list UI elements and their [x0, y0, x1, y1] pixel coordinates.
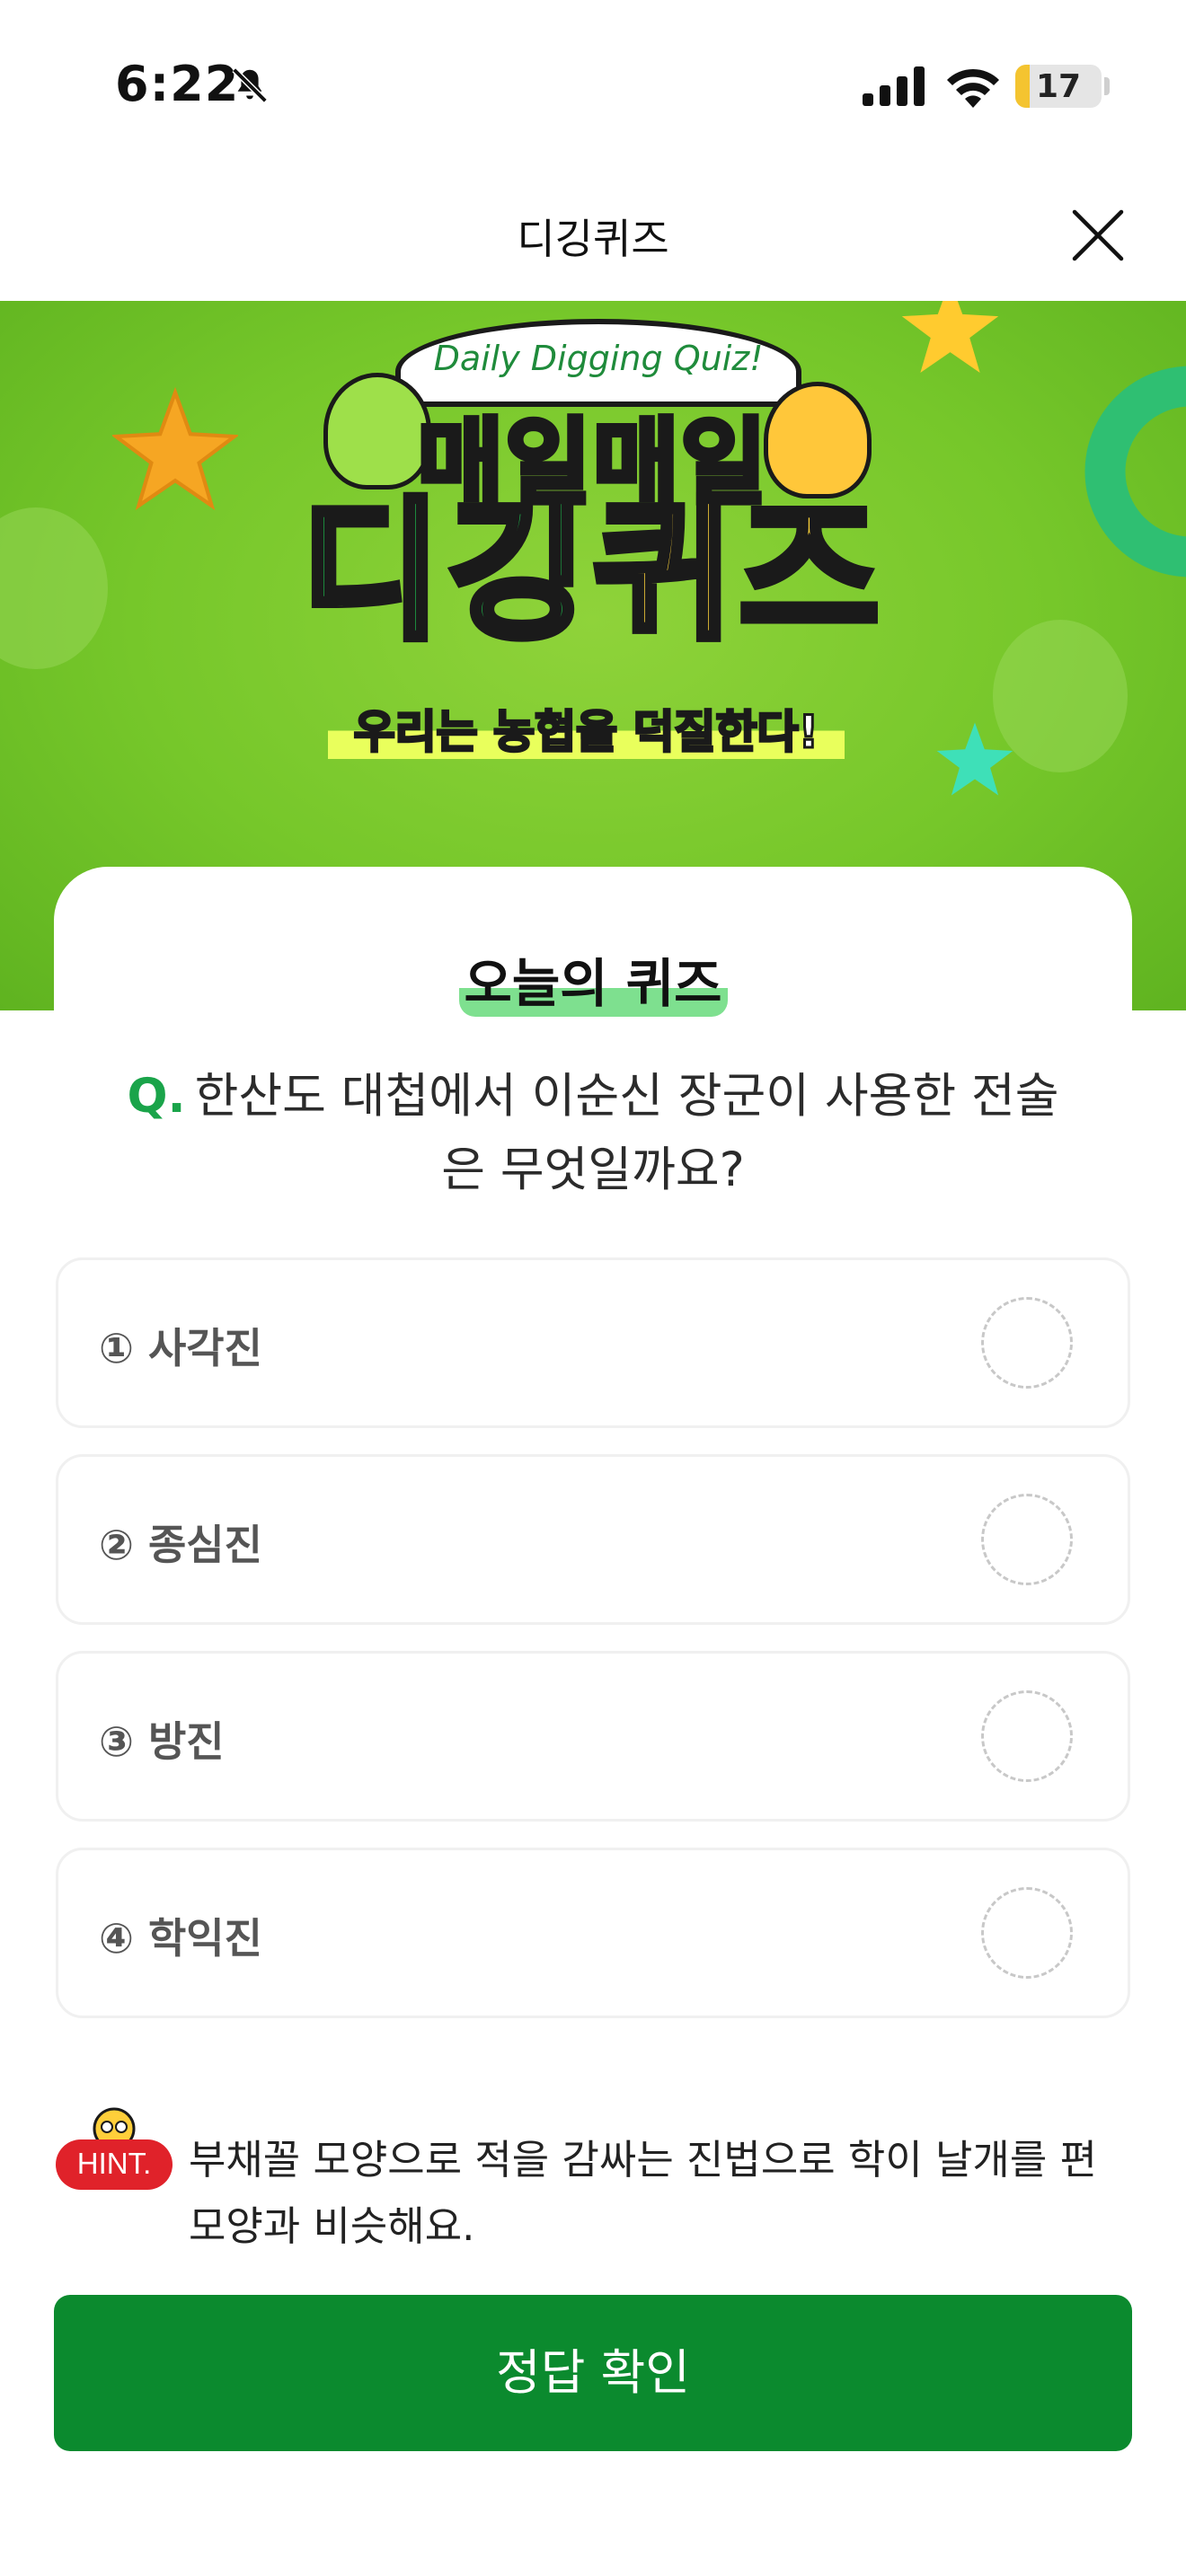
answer-option[interactable]: ① 사각진 [56, 1257, 1130, 1428]
balloon-decoration [0, 507, 108, 669]
close-icon[interactable] [1069, 207, 1127, 264]
hint-text: 부채꼴 모양으로 적을 감싸는 진법으로 학이 날개를 편 모양과 비슷해요. [189, 2136, 1097, 2250]
answer-option[interactable]: ④ 학익진 [56, 1848, 1130, 2018]
option-label: ① 사각진 [99, 1324, 262, 1372]
answer-option[interactable]: ② 종심진 [56, 1454, 1130, 1625]
star-icon [901, 301, 999, 373]
question-mark: Q. [127, 1069, 186, 1124]
answer-options: ① 사각진 ② 종심진 ③ 방진 ④ 학익진 [56, 1257, 1130, 2044]
balloon-decoration [993, 620, 1128, 772]
battery-icon: 17 [1015, 65, 1102, 108]
hint-badge-label: HINT. [77, 2147, 152, 2180]
bell-muted-icon [232, 67, 268, 103]
battery-tip [1104, 77, 1110, 95]
hint-icon: HINT. [56, 2107, 173, 2190]
question-text: Q. 한산도 대첩에서 이순신 장군이 사용한 전술은 무엇일까요? [127, 1069, 1059, 1197]
banner-slogan: 우리는 농협을 덕질한다! [328, 696, 845, 760]
page-title: 디깅퀴즈 [517, 215, 669, 263]
wifi-icon [947, 68, 999, 108]
radio-button[interactable] [981, 1690, 1073, 1782]
radio-button[interactable] [981, 1887, 1073, 1979]
status-time: 6:22 [115, 56, 240, 112]
banner-headline-green: 디깅 [297, 481, 593, 664]
option-label: ③ 방진 [99, 1717, 225, 1766]
banner-headline: 디깅퀴즈 [279, 481, 907, 664]
section-title: 오늘의 퀴즈 [0, 941, 1186, 1017]
check-answer-button[interactable]: 정답 확인 [54, 2295, 1132, 2451]
nav-bar: 디깅퀴즈 [0, 171, 1186, 301]
answer-option[interactable]: ③ 방진 [56, 1651, 1130, 1822]
banner-headline-yellow: 퀴즈 [589, 481, 885, 664]
battery-level: 17 [1035, 68, 1082, 105]
radio-button[interactable] [981, 1494, 1073, 1585]
radio-button[interactable] [981, 1297, 1073, 1389]
option-label: ② 종심진 [99, 1521, 262, 1569]
status-bar: 6:22 17 [0, 0, 1186, 171]
cellular-signal-icon [863, 66, 925, 106]
option-label: ④ 학익진 [99, 1914, 262, 1963]
